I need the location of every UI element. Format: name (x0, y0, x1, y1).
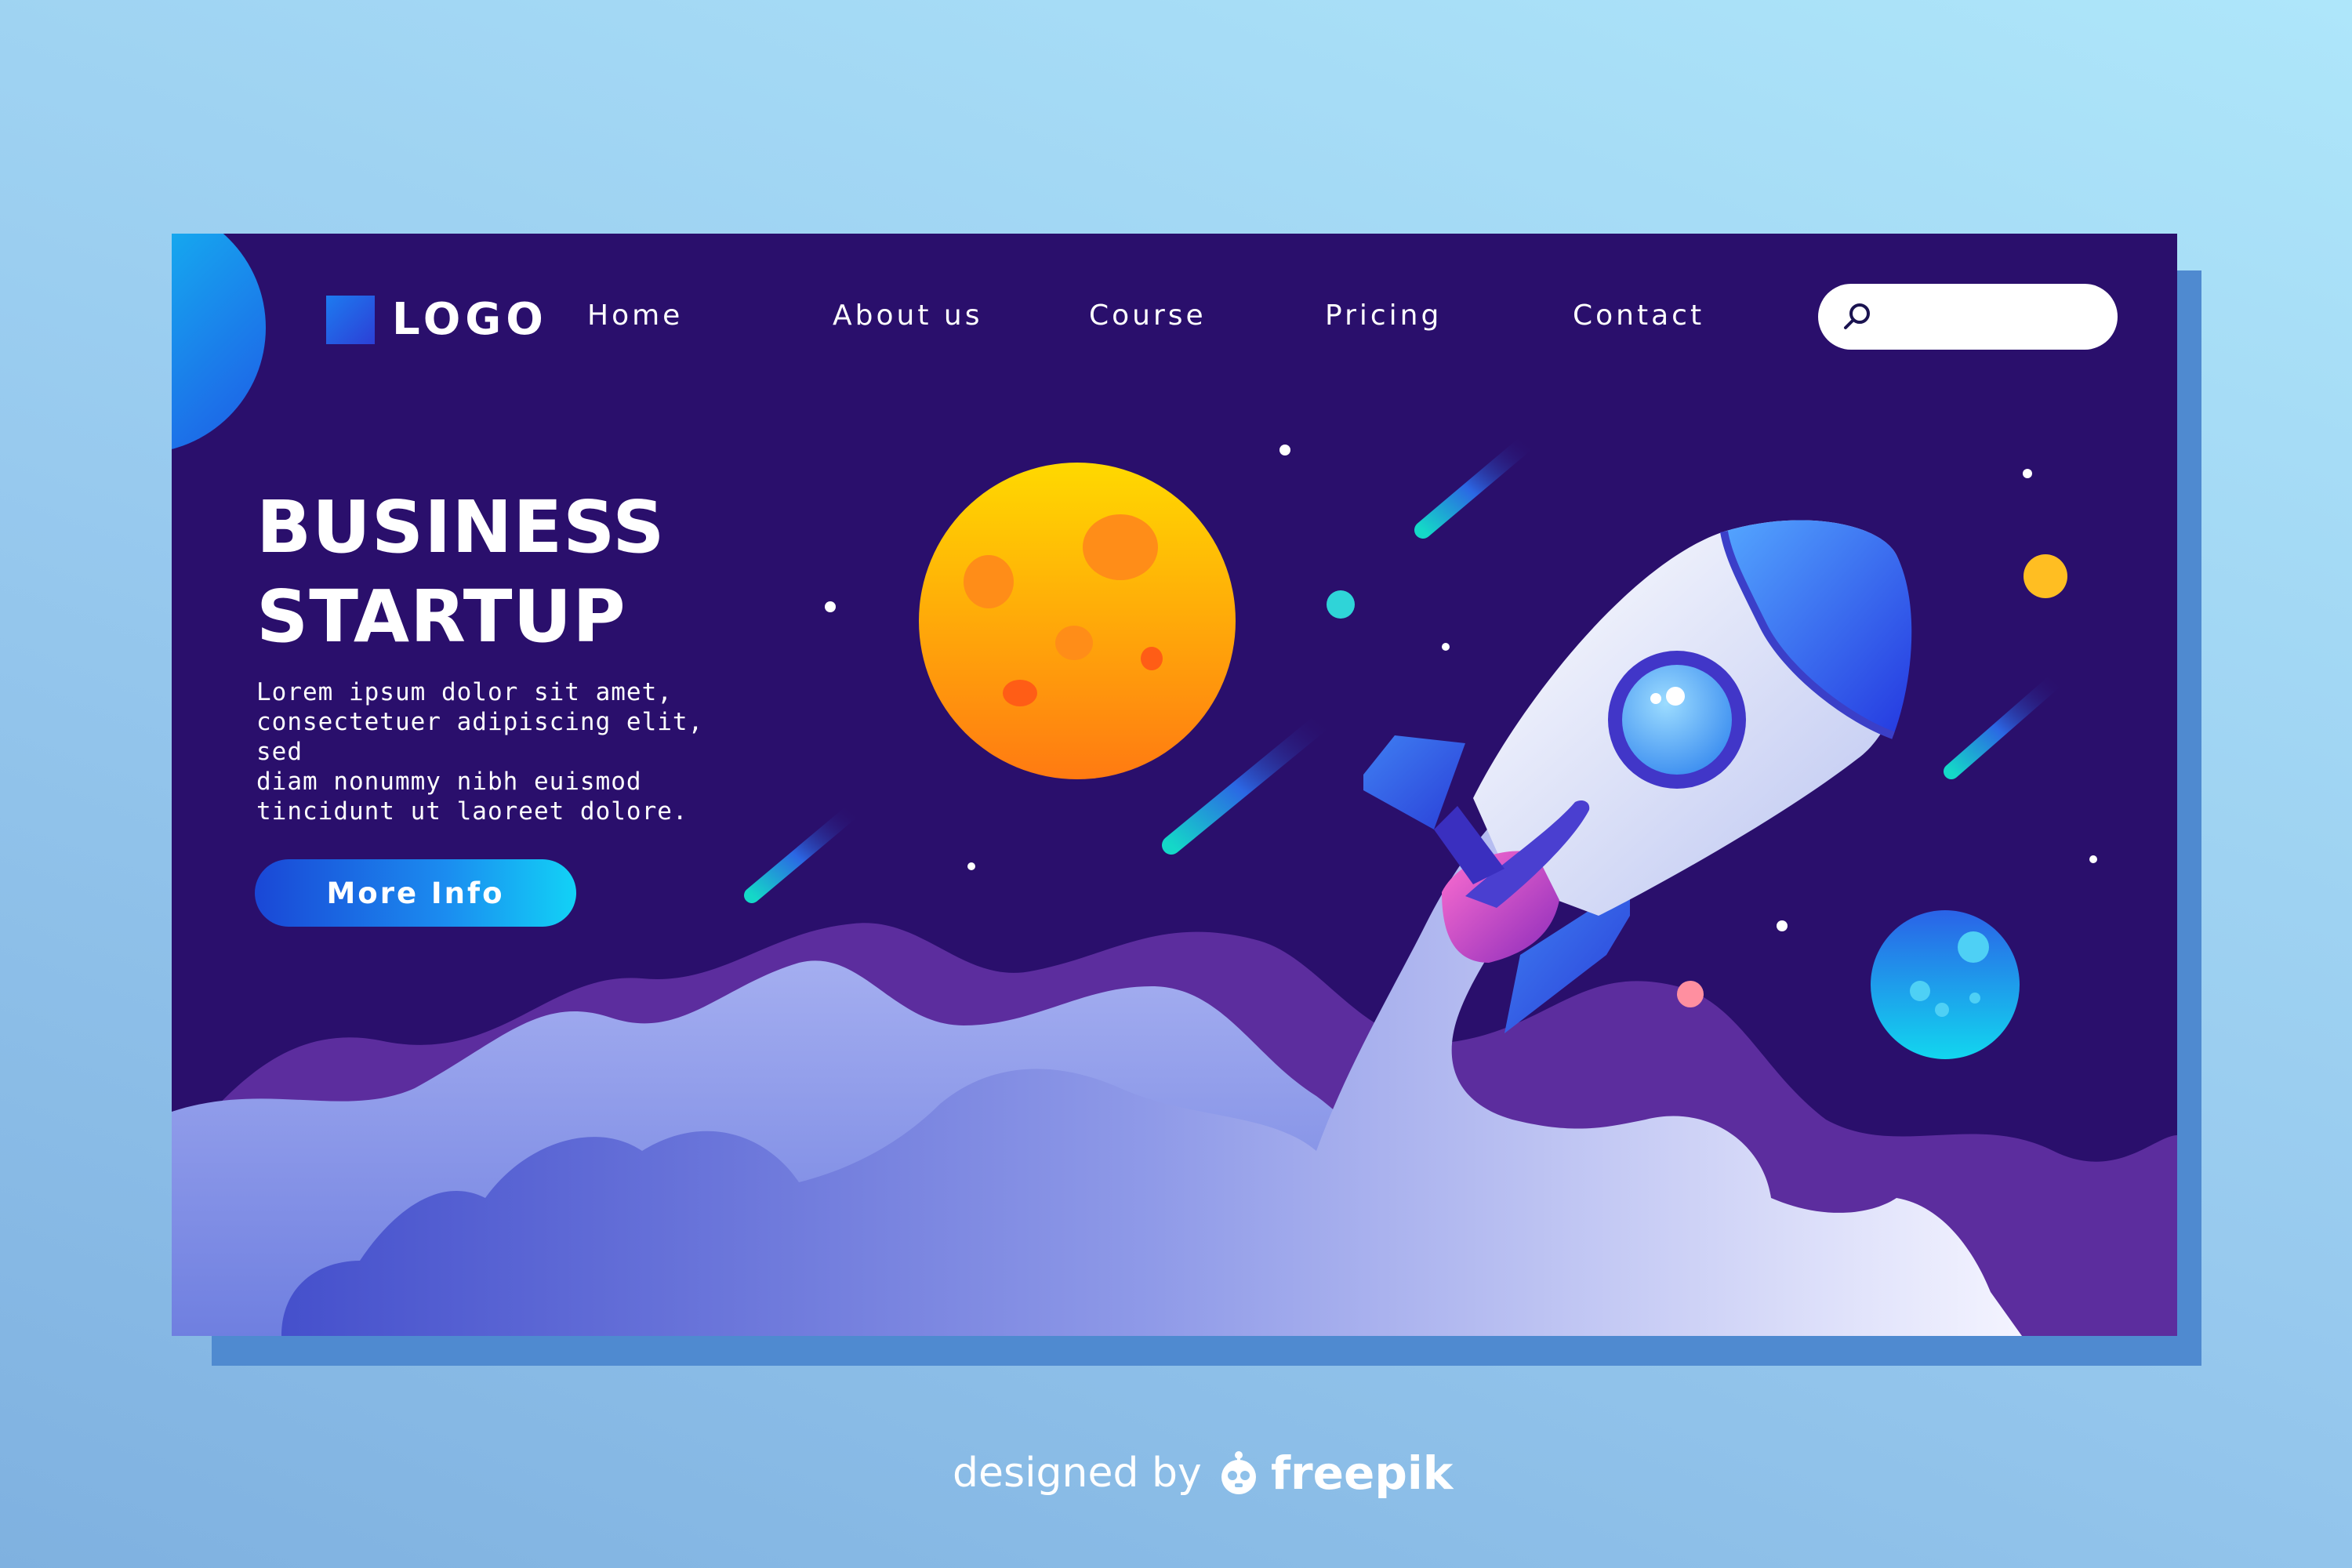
attribution-text: designed by (953, 1450, 1202, 1497)
logo-text: LOGO (392, 294, 548, 345)
crater (1055, 626, 1093, 660)
rocket-window (1622, 665, 1732, 775)
nav-home[interactable]: Home (587, 299, 683, 332)
attribution: designed by freepik (953, 1446, 1453, 1500)
crater (1910, 981, 1930, 1001)
window-glint (1650, 693, 1661, 704)
small-teal-planet (1327, 590, 1355, 619)
hero-description-line: consectetuer adipiscing elit, sed (256, 708, 704, 766)
nav-pricing[interactable]: Pricing (1325, 299, 1442, 332)
hero-title-line-2: STARTUP (256, 575, 626, 659)
attribution-brand: freepik (1270, 1446, 1454, 1500)
crater (1969, 993, 1980, 1004)
hero-description-line: Lorem ipsum dolor sit amet, (256, 678, 673, 706)
logo[interactable]: LOGO (326, 294, 548, 345)
logo-mark (326, 295, 375, 344)
crater (1141, 647, 1163, 670)
window-glint (1666, 687, 1685, 706)
blue-planet (1871, 910, 2020, 1059)
nav-about-us[interactable]: About us (833, 299, 982, 332)
small-yellow-planet (2024, 554, 2067, 598)
nav-course[interactable]: Course (1089, 299, 1207, 332)
crater (1958, 931, 1989, 963)
orange-planet (919, 463, 1236, 779)
crater (964, 555, 1014, 608)
landing-card: LOGO Home About us Course Pricing Contac… (172, 234, 2177, 1336)
hero-description-line: tincidunt ut laoreet dolore. (256, 797, 688, 826)
small-pink-planet (1677, 981, 1704, 1007)
search-icon[interactable] (1842, 301, 1873, 332)
freepik-mascot-icon (1221, 1451, 1256, 1494)
crater (1935, 1003, 1949, 1017)
crater (1083, 514, 1158, 580)
hero-description-line: diam nonummy nibh euismod (256, 768, 642, 796)
hero-title-line-1: BUSINESS (256, 485, 666, 569)
nav-contact[interactable]: Contact (1573, 299, 1704, 332)
hero-title: BUSINESS STARTUP (256, 483, 666, 662)
corner-planet (172, 234, 266, 449)
more-info-button[interactable]: More Info (255, 859, 576, 927)
search-input[interactable] (1818, 284, 2118, 350)
hero-description: Lorem ipsum dolor sit amet, consectetuer… (256, 677, 758, 826)
crater (1003, 680, 1037, 706)
